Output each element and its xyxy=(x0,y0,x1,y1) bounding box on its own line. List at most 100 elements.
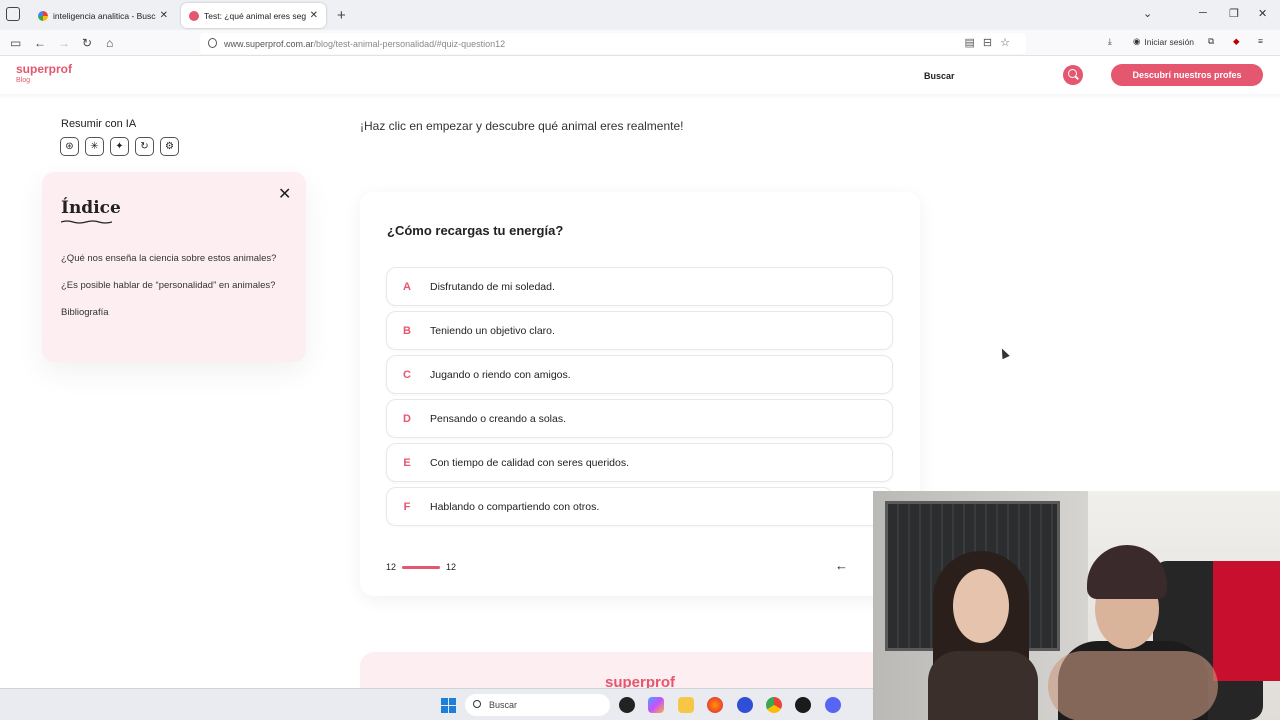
chatgpt-icon[interactable]: ⊛ xyxy=(60,137,79,156)
claude-icon[interactable]: ✳ xyxy=(85,137,104,156)
option-letter: D xyxy=(403,412,411,425)
index-title: Índice xyxy=(61,198,121,218)
option-letter: F xyxy=(403,500,411,513)
file-explorer-icon[interactable] xyxy=(678,697,694,713)
quiz-option-b[interactable]: B Teniendo un objetivo claro. xyxy=(386,311,893,350)
chrome-icon[interactable] xyxy=(766,697,782,713)
quiz-card: ¿Cómo recargas tu energía? A Disfrutando… xyxy=(360,192,920,596)
search-icon[interactable] xyxy=(1063,65,1083,85)
copilot-colorful-icon[interactable] xyxy=(648,697,664,713)
windows-taskbar: Buscar xyxy=(0,688,873,720)
option-text: Hablando o compartiendo con otros. xyxy=(430,500,600,513)
progress-current: 12 xyxy=(386,562,397,572)
superprof-icon xyxy=(189,10,199,21)
squiggle-underline xyxy=(61,220,112,224)
steam-icon[interactable] xyxy=(795,697,811,713)
windows-start-icon[interactable] xyxy=(441,698,456,713)
url-bar[interactable]: www.superprof.com.ar/blog/test-animal-pe… xyxy=(200,33,1026,54)
ea-app-icon[interactable] xyxy=(737,697,753,713)
red-jersey xyxy=(1213,561,1280,681)
chevron-down-icon[interactable]: ⌄ xyxy=(1143,7,1152,20)
logo-sub: Blog xyxy=(16,77,31,84)
index-link-personality[interactable]: ¿Es posible hablar de “personalidad” en … xyxy=(61,280,275,291)
perplexity-icon[interactable]: ↻ xyxy=(135,137,154,156)
webcam-overlay xyxy=(873,491,1280,720)
option-letter: C xyxy=(403,368,411,381)
close-window-icon[interactable]: ✕ xyxy=(1258,7,1267,20)
progress-total: 12 xyxy=(446,562,457,572)
discord-icon[interactable] xyxy=(825,697,841,713)
option-text: Con tiempo de calidad con seres queridos… xyxy=(430,456,630,469)
person-left-face xyxy=(953,569,1009,643)
index-panel: Índice ✕ ¿Qué nos enseña la ciencia sobr… xyxy=(42,172,306,362)
forward-icon[interactable]: → xyxy=(58,35,70,51)
quiz-intro-text: ¡Haz clic en empezar y descubre qué anim… xyxy=(360,119,684,133)
extensions-icon[interactable]: ⧉ xyxy=(1208,36,1214,47)
quiz-option-c[interactable]: C Jugando o riendo con amigos. xyxy=(386,355,893,394)
url-host: www.superprof.com.ar xyxy=(224,38,314,49)
quiz-question: ¿Cómo recargas tu energía? xyxy=(387,223,564,238)
firefox-icon[interactable] xyxy=(707,697,723,713)
account-icon: ◉ xyxy=(1133,36,1141,46)
mouse-cursor-icon xyxy=(998,346,1010,360)
taskbar-search[interactable]: Buscar xyxy=(465,694,610,716)
tab-title: inteligencia analitica - Buscar co xyxy=(53,10,156,21)
back-icon[interactable]: ← xyxy=(34,35,46,51)
summarize-ai-label: Resumir con IA xyxy=(61,118,137,130)
downloads-icon[interactable]: ⤓ xyxy=(1108,36,1112,47)
new-tab-icon[interactable]: + xyxy=(337,7,346,24)
home-icon[interactable]: ⌂ xyxy=(106,35,113,51)
close-tab-icon[interactable]: ✕ xyxy=(160,10,168,21)
option-text: Pensando o creando a solas. xyxy=(430,412,567,425)
site-header: superprof Blog Buscar Descubrí nuestros … xyxy=(0,57,1280,94)
option-letter: E xyxy=(403,456,411,469)
header-search[interactable]: Buscar xyxy=(896,65,1086,87)
grok-icon[interactable]: ⚙ xyxy=(160,137,179,156)
search-icon xyxy=(473,700,481,708)
site-info-icon[interactable] xyxy=(208,38,217,48)
progress-fill xyxy=(402,565,441,569)
google-icon xyxy=(38,10,48,21)
url-action-icons[interactable]: ▤⊟☆ xyxy=(965,36,1018,49)
tab-google-search[interactable]: inteligencia analitica - Buscar co ✕ xyxy=(30,3,176,28)
search-label[interactable]: Buscar xyxy=(924,71,955,81)
index-link-bibliography[interactable]: Bibliografía xyxy=(61,307,109,318)
quiz-option-a[interactable]: A Disfrutando de mi soledad. xyxy=(386,267,893,306)
ublock-icon[interactable]: ◆ xyxy=(1233,36,1240,47)
tab-list-icon[interactable] xyxy=(6,7,20,21)
signin-button[interactable]: ◉ Iniciar sesión xyxy=(1133,36,1194,47)
quiz-option-d[interactable]: D Pensando o creando a solas. xyxy=(386,399,893,438)
option-letter: B xyxy=(403,324,411,337)
tab-superprof-quiz[interactable]: Test: ¿qué animal eres según tu ✕ xyxy=(181,3,326,28)
superprof-logo[interactable]: superprof Blog xyxy=(16,62,72,84)
copilot-app-icon[interactable] xyxy=(619,697,635,713)
progress-bar xyxy=(402,565,441,569)
menu-icon[interactable]: ≡ xyxy=(1258,36,1263,46)
browser-tab-bar: inteligencia analitica - Buscar co ✕ Tes… xyxy=(0,0,1280,30)
previous-question-icon[interactable]: ← xyxy=(835,558,848,573)
quiz-progress: 12 12 xyxy=(386,562,456,572)
close-tab-icon[interactable]: ✕ xyxy=(310,10,318,21)
tab-title: Test: ¿qué animal eres según tu xyxy=(204,10,306,21)
url-path: /blog/test-animal-personalidad/#quiz-que… xyxy=(313,38,506,49)
reload-icon[interactable]: ↻ xyxy=(82,35,92,51)
option-text: Disfrutando de mi soledad. xyxy=(430,280,555,293)
signin-label: Iniciar sesión xyxy=(1144,36,1195,47)
option-letter: A xyxy=(403,280,411,293)
minimize-icon[interactable]: ─ xyxy=(1199,7,1207,19)
discover-teachers-button[interactable]: Descubrí nuestros profes xyxy=(1111,64,1263,86)
logo-text: superprof xyxy=(16,62,73,76)
sidebar-toggle-icon[interactable]: ▭ xyxy=(10,35,21,51)
close-icon[interactable]: ✕ xyxy=(278,184,291,204)
index-link-science[interactable]: ¿Qué nos enseña la ciencia sobre estos a… xyxy=(61,253,276,264)
option-text: Jugando o riendo con amigos. xyxy=(430,368,571,381)
gemini-icon[interactable]: ✦ xyxy=(110,137,129,156)
person-left-body xyxy=(928,651,1038,720)
ai-icon-row: ⊛ ✳ ✦ ↻ ⚙ xyxy=(60,137,179,156)
quiz-option-f[interactable]: F Hablando o compartiendo con otros. xyxy=(386,487,893,526)
restore-icon[interactable]: ❐ xyxy=(1229,7,1239,20)
browser-nav-bar: ▭ ← → ↻ ⌂ www.superprof.com.ar/blog/test… xyxy=(0,30,1280,56)
quiz-option-e[interactable]: E Con tiempo de calidad con seres querid… xyxy=(386,443,893,482)
person-right-arms xyxy=(1048,651,1218,720)
option-text: Teniendo un objetivo claro. xyxy=(430,324,555,337)
